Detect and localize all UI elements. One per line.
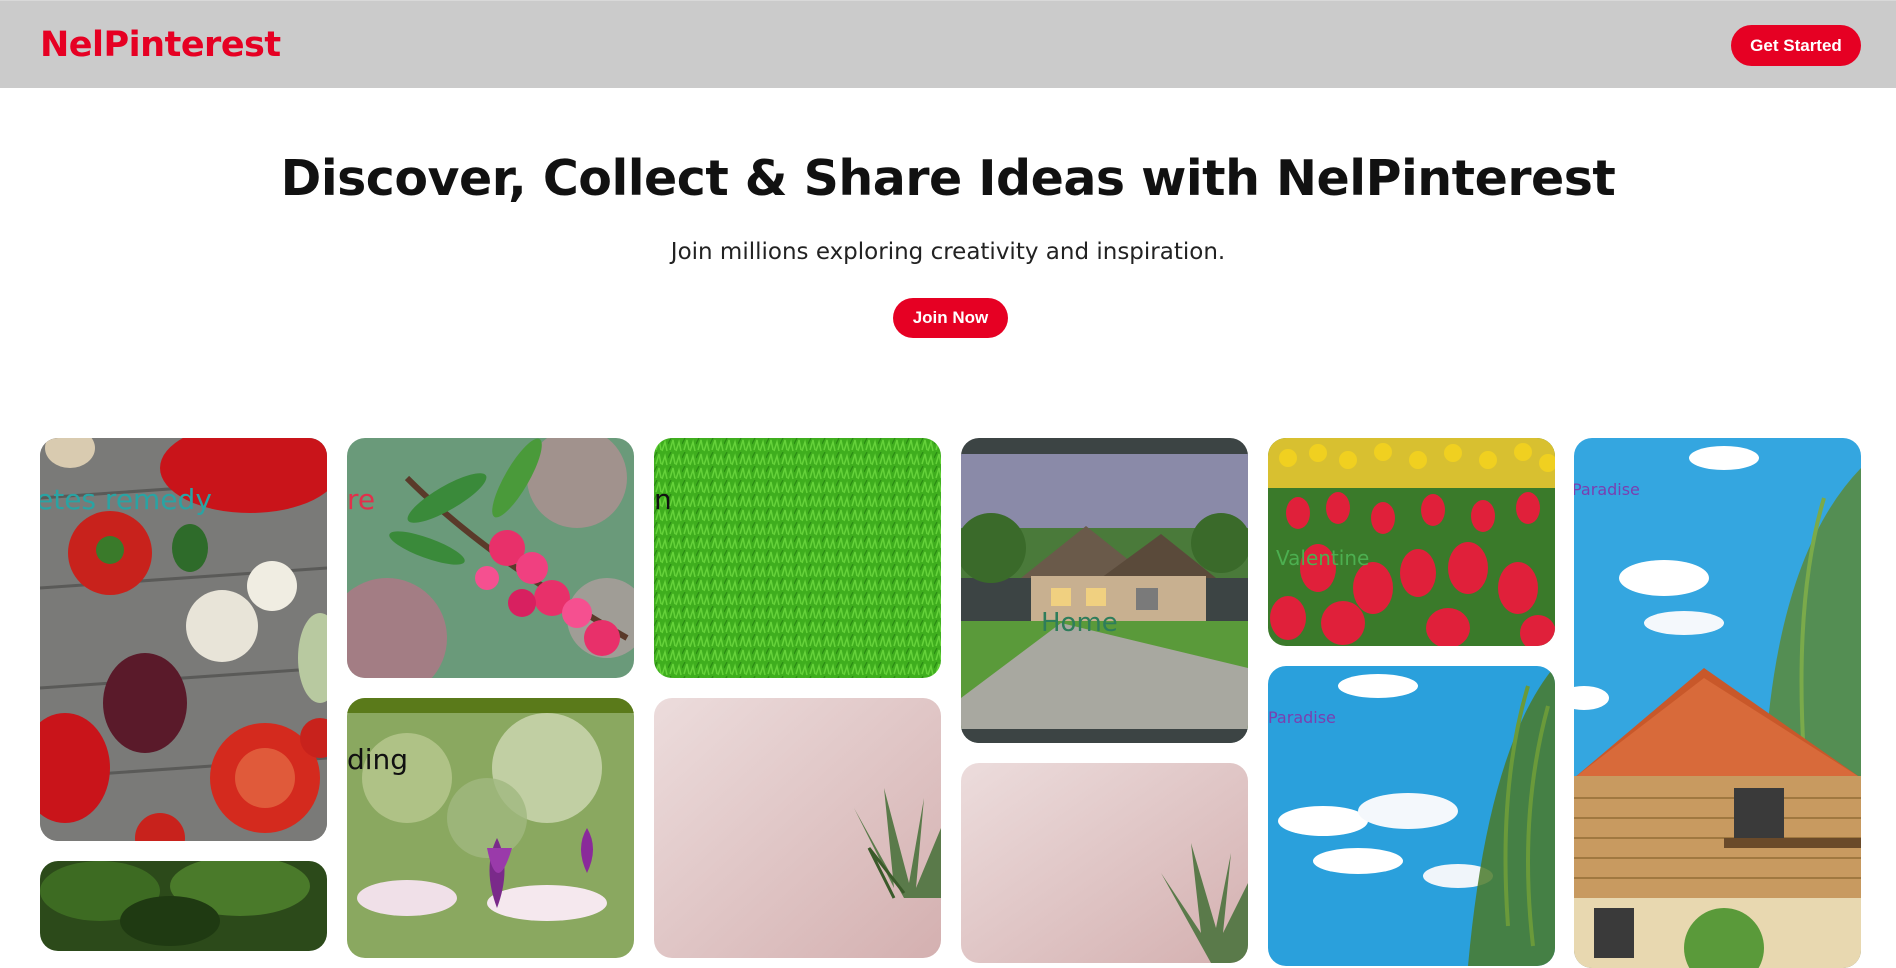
pin-label: Valentine bbox=[1276, 546, 1370, 570]
pin-card[interactable]: Paradise bbox=[1574, 438, 1861, 968]
site-logo[interactable]: NelPinterest bbox=[40, 25, 281, 65]
green-grass-image bbox=[654, 438, 941, 678]
get-started-button[interactable]: Get Started bbox=[1731, 25, 1861, 66]
pink-blossom-image bbox=[347, 438, 634, 678]
pin-card[interactable]: Paradise bbox=[1268, 666, 1555, 966]
pineapple-image bbox=[654, 698, 941, 958]
pin-label: ding bbox=[347, 743, 409, 776]
tulips-image bbox=[1268, 438, 1555, 646]
pin-card[interactable]: re bbox=[347, 438, 634, 678]
pin-label: Paradise bbox=[1574, 480, 1640, 499]
pin-label: etes remedy bbox=[40, 483, 212, 516]
pin-card[interactable]: Valentine bbox=[1268, 438, 1555, 646]
stone-house-image bbox=[961, 438, 1248, 743]
pin-label: n bbox=[654, 483, 672, 516]
pin-card[interactable] bbox=[961, 763, 1248, 963]
top-navigation-bar: NelPinterest Get Started bbox=[0, 0, 1896, 88]
pin-card[interactable]: ding bbox=[347, 698, 634, 958]
pin-label: Paradise bbox=[1268, 708, 1336, 727]
pin-card[interactable]: etes remedy bbox=[40, 438, 327, 841]
pin-card[interactable]: n bbox=[654, 438, 941, 678]
join-now-button[interactable]: Join Now bbox=[893, 298, 1008, 338]
pin-card[interactable] bbox=[40, 861, 327, 951]
pin-label: Home bbox=[1041, 608, 1118, 638]
purple-tulips-image bbox=[347, 698, 634, 958]
pin-label: re bbox=[347, 483, 376, 516]
palm-trees-image bbox=[40, 861, 327, 951]
pin-card[interactable]: Home bbox=[961, 438, 1248, 743]
pin-card[interactable] bbox=[654, 698, 941, 958]
wooden-house-image bbox=[1574, 438, 1861, 968]
pineapple-image bbox=[961, 763, 1248, 963]
hero-title: Discover, Collect & Share Ideas with Nel… bbox=[280, 150, 1616, 207]
hero-subtitle: Join millions exploring creativity and i… bbox=[670, 239, 1226, 265]
